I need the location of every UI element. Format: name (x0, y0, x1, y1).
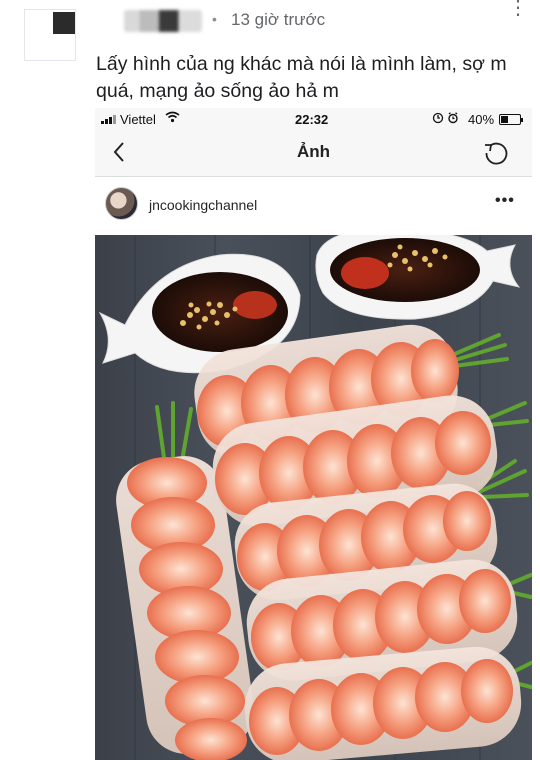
post-timestamp[interactable]: 13 giờ trước (231, 10, 325, 30)
photo-nav-bar: Ảnh (95, 130, 532, 177)
battery-icon (499, 114, 523, 125)
avatar-image (53, 12, 75, 34)
separator-dot: • (212, 11, 217, 27)
post-caption: Lấy hình của ng khác mà nói là mình làm,… (96, 53, 507, 102)
account-row: jncookingchannel ••• (95, 178, 532, 235)
more-horizontal-icon[interactable]: ••• (495, 192, 515, 210)
signal-icon (101, 114, 121, 124)
battery-percent: 40% (468, 112, 495, 127)
author-avatar[interactable] (24, 9, 76, 61)
status-time: 22:32 (295, 112, 329, 127)
carrier-name: Viettel (120, 112, 156, 127)
lock-alarm-icons (432, 112, 462, 127)
social-post: • 13 giờ trước ⋮ Lấy hình của ng khác mà… (0, 0, 540, 760)
status-bar: Viettel 22:32 40% (95, 108, 532, 130)
refresh-icon[interactable] (482, 139, 510, 167)
author-name-blurred[interactable] (124, 10, 202, 32)
account-username[interactable]: jncookingchannel (149, 197, 257, 213)
attached-screenshot[interactable]: Viettel 22:32 40% Ảnh jncookingchannel •… (95, 108, 532, 760)
spring-rolls-photo[interactable] (95, 235, 532, 760)
more-vertical-icon[interactable]: ⋮ (508, 0, 528, 30)
wifi-icon (165, 111, 180, 126)
account-avatar[interactable] (105, 187, 138, 220)
post-header: • 13 giờ trước ⋮ (0, 0, 540, 61)
nav-title: Ảnh (296, 142, 331, 161)
